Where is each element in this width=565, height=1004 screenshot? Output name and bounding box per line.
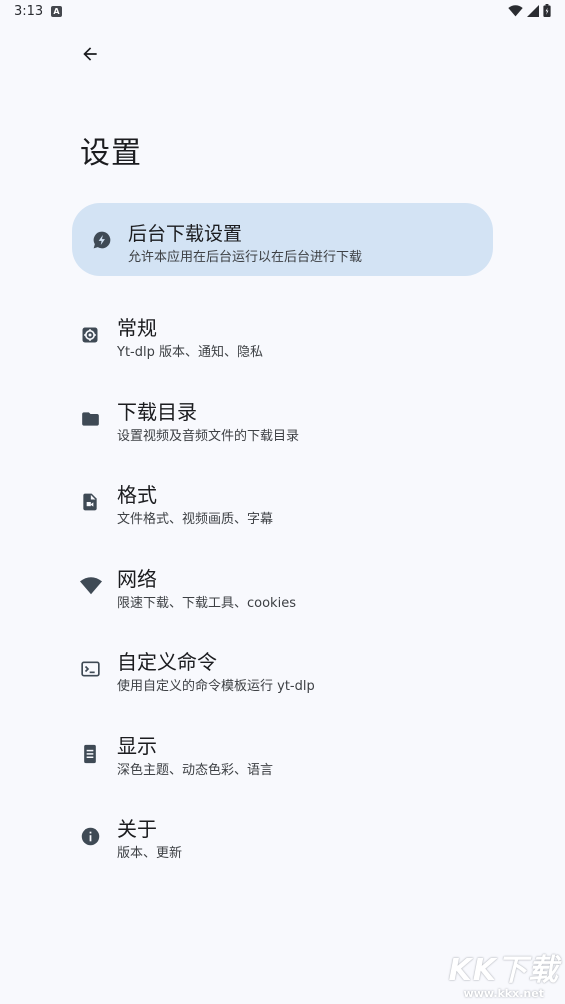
item-title: 格式 xyxy=(117,483,157,507)
item-subtitle: Yt-dlp 版本、通知、隐私 xyxy=(117,345,263,360)
page-title: 设置 xyxy=(80,136,142,171)
item-title: 关于 xyxy=(117,817,157,841)
item-subtitle: 允许本应用在后台运行以在后台进行下载 xyxy=(128,250,363,265)
folder-icon xyxy=(80,409,101,433)
status-bar: 3:13 A xyxy=(0,0,565,24)
back-button[interactable] xyxy=(72,36,108,72)
settings-item-custom-command[interactable]: 自定义命令 使用自定义的命令模板运行 yt-dlp xyxy=(72,642,493,706)
settings-item-general[interactable]: 常规 Yt-dlp 版本、通知、隐私 xyxy=(72,308,493,372)
terminal-icon xyxy=(80,659,101,683)
status-app-icon: A xyxy=(51,6,62,17)
watermark-url: www.kkx.net xyxy=(463,987,544,1000)
settings-item-download-directory[interactable]: 下载目录 设置视频及音频文件的下载目录 xyxy=(72,392,493,456)
cell-signal-icon xyxy=(527,4,539,17)
info-icon xyxy=(80,826,101,851)
item-subtitle: 文件格式、视频画质、字幕 xyxy=(117,512,274,527)
item-subtitle: 深色主题、动态色彩、语言 xyxy=(117,763,274,778)
wifi-icon xyxy=(80,576,102,600)
wifi-signal-icon xyxy=(508,4,523,16)
video-file-icon xyxy=(80,492,100,516)
arrow-back-icon xyxy=(83,47,97,61)
status-time: 3:13 xyxy=(14,4,44,19)
item-title: 常规 xyxy=(117,316,157,340)
phone-display-icon xyxy=(80,743,100,769)
item-subtitle: 使用自定义的命令模板运行 yt-dlp xyxy=(117,679,315,694)
settings-item-background-download[interactable]: 后台下载设置 允许本应用在后台运行以在后台进行下载 xyxy=(72,203,493,276)
settings-gear-icon xyxy=(80,325,100,349)
item-title: 后台下载设置 xyxy=(128,223,243,245)
bolt-bubble-icon xyxy=(92,230,112,254)
item-subtitle: 限速下载、下载工具、cookies xyxy=(117,596,296,611)
settings-item-display[interactable]: 显示 深色主题、动态色彩、语言 xyxy=(72,726,493,790)
settings-item-about[interactable]: 关于 版本、更新 xyxy=(72,809,493,873)
battery-icon xyxy=(543,4,551,17)
item-subtitle: 设置视频及音频文件的下载目录 xyxy=(117,429,300,444)
status-indicators xyxy=(508,4,551,17)
item-title: 下载目录 xyxy=(117,400,197,424)
settings-item-format[interactable]: 格式 文件格式、视频画质、字幕 xyxy=(72,475,493,539)
settings-item-network[interactable]: 网络 限速下载、下载工具、cookies xyxy=(72,559,493,623)
item-subtitle: 版本、更新 xyxy=(117,846,183,861)
watermark: KK下载 www.kkx.net xyxy=(449,945,560,1000)
item-title: 网络 xyxy=(117,567,157,591)
watermark-logo: KK下载 xyxy=(448,953,559,988)
item-title: 自定义命令 xyxy=(117,650,217,674)
item-title: 显示 xyxy=(117,734,157,758)
